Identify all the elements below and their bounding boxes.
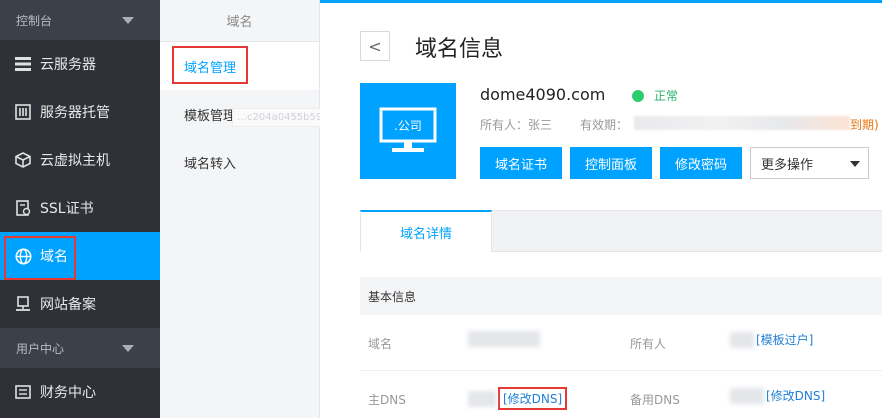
chevron-down-icon (122, 345, 134, 352)
subnav-item-domain-transfer[interactable]: 域名转入 (160, 138, 319, 186)
sidebar-item-label: SSL证书 (40, 201, 94, 217)
subnav-title: 域名 (160, 0, 319, 42)
finance-icon (14, 383, 32, 401)
sidebar-item-label: 服务器托管 (40, 105, 110, 121)
change-password-button[interactable]: 修改密码 (660, 147, 743, 179)
field-label: 备用DNS (630, 393, 680, 407)
template-transfer-link[interactable]: [模板过户] (756, 331, 813, 348)
field-value: [修改DNS] (730, 387, 825, 404)
status-badge: 正常 (632, 87, 678, 104)
action-buttons: 域名证书 控制面板 修改密码 更多操作 (480, 147, 870, 179)
highlight-box: [修改DNS] (498, 387, 568, 410)
field-value (468, 331, 540, 347)
redacted-block (634, 116, 851, 130)
sidebar-item-label: 财务中心 (40, 385, 96, 401)
caret-down-icon (850, 161, 861, 167)
control-panel-button[interactable]: 控制面板 (570, 147, 653, 179)
domain-subnav: 域名 域名管理 模板管理 域名转入 (160, 0, 320, 418)
redacted-block (730, 331, 754, 348)
status-dot-icon (632, 89, 644, 102)
sidebar-section-label: 控制台 (16, 13, 53, 28)
status-text: 正常 (654, 89, 679, 103)
field-value: [模板过户] (730, 331, 813, 348)
sidebar-section-user-center[interactable]: 用户中心 (0, 328, 160, 368)
table-row: 域名 所有人 [模板过户] (360, 315, 882, 371)
sidebar-item-server-hosting[interactable]: 服务器托管 (0, 88, 160, 136)
sidebar-item-label: 云服务器 (40, 57, 96, 73)
sidebar-item-virtual-host[interactable]: 云虚拟主机 (0, 136, 160, 184)
sidebar-item-icp-filing[interactable]: 网站备案 (0, 280, 160, 328)
redacted-block (468, 331, 540, 347)
expire-label: 有效期： (580, 118, 629, 132)
modify-dns-link[interactable]: [修改DNS] (503, 390, 562, 407)
sidebar-item-ssl[interactable]: SSL证书 (0, 184, 160, 232)
redacted-block (468, 390, 496, 407)
tab-domain-details[interactable]: 域名详情 (360, 210, 492, 252)
domain-logo: .公司 (360, 83, 456, 179)
sidebar-item-label: 网站备案 (40, 297, 96, 313)
main-content: < 域名信息 .公司 dome4090.com 正常 所有人：张三 有效期： 到… (320, 3, 882, 418)
server-icon (14, 103, 32, 121)
list-icon (14, 55, 32, 73)
field-label: 主DNS (368, 393, 406, 407)
main-sidebar: 控制台 云服务器 服务器托管 云虚拟主机 SSL证书 域名 网站备案 用户中心 … (0, 0, 160, 418)
section-title: 基本信息 (360, 277, 882, 315)
stamp-icon (14, 295, 32, 313)
domain-certificate-button[interactable]: 域名证书 (480, 147, 563, 179)
cube-icon (14, 151, 32, 169)
redacted-block (730, 387, 764, 404)
certificate-icon (14, 199, 32, 217)
highlight-box (172, 46, 248, 84)
field-value: [修改DNS] (468, 387, 568, 410)
select-value: 更多操作 (761, 157, 814, 173)
field-label: 所有人 (630, 337, 667, 351)
domain-name: dome4090.com (480, 85, 606, 104)
logo-text: .公司 (394, 118, 422, 133)
sidebar-section-console[interactable]: 控制台 (0, 0, 160, 40)
sidebar-section-label: 用户中心 (16, 341, 65, 356)
domain-meta: 所有人：张三 有效期： 到期) (480, 116, 879, 133)
sidebar-item-finance[interactable]: 财务中心 (0, 368, 160, 416)
highlight-box (4, 236, 76, 280)
expire-tail: 到期) (850, 118, 879, 132)
chevron-down-icon (122, 17, 134, 24)
owner-label: 所有人：张三 (480, 118, 553, 132)
more-actions-select[interactable]: 更多操作 (750, 147, 870, 179)
modify-backup-dns-link[interactable]: [修改DNS] (766, 387, 825, 404)
back-button[interactable]: < (360, 31, 390, 61)
tab-strip-bg (491, 210, 882, 251)
sidebar-item-label: 云虚拟主机 (40, 153, 110, 169)
page-title: 域名信息 (415, 37, 504, 62)
table-row: 主DNS [修改DNS] 备用DNS [修改DNS] (360, 371, 882, 418)
sidebar-item-cloud-server[interactable]: 云服务器 (0, 40, 160, 88)
field-label: 域名 (368, 337, 393, 351)
detail-tabs: 域名详情 (360, 210, 882, 252)
